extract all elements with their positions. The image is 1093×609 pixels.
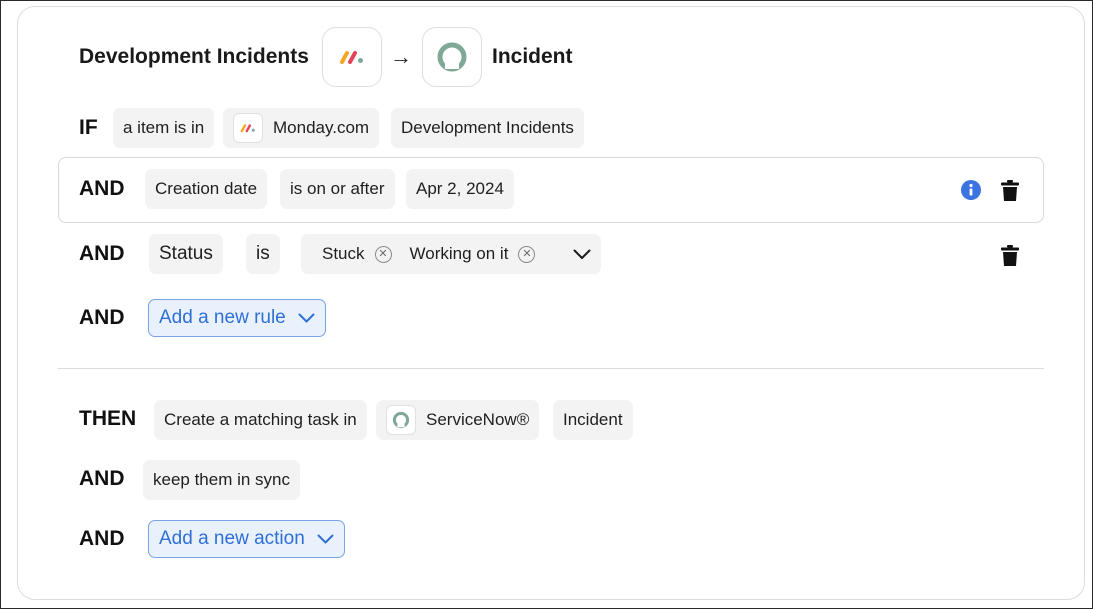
target-title: Incident bbox=[492, 45, 573, 68]
add-action-label: Add a new action bbox=[159, 528, 305, 549]
status-multiselect[interactable]: Stuck ✕ Working on it ✕ bbox=[301, 234, 601, 274]
source-title: Development Incidents bbox=[79, 45, 309, 68]
remove-tag-icon[interactable]: ✕ bbox=[374, 245, 392, 263]
status-tag: Working on it ✕ bbox=[410, 244, 536, 264]
status-tag-label: Stuck bbox=[322, 244, 365, 263]
status-tag-label: Working on it bbox=[409, 244, 509, 263]
chevron-down-icon[interactable] bbox=[573, 249, 591, 260]
servicenow-logo-icon bbox=[386, 405, 416, 435]
rule-2-field-chip[interactable]: Status bbox=[149, 234, 223, 274]
rule-1-field-chip[interactable]: Creation date bbox=[145, 169, 268, 209]
then-app-label: ServiceNow® bbox=[426, 410, 530, 429]
sync-chip[interactable]: keep them in sync bbox=[143, 460, 301, 500]
monday-logo-icon bbox=[340, 51, 363, 64]
if-condition-chip[interactable]: a item is in bbox=[113, 108, 215, 148]
if-app-label: Monday.com bbox=[273, 118, 370, 137]
servicenow-logo-icon bbox=[437, 42, 467, 72]
remove-tag-icon[interactable]: ✕ bbox=[518, 245, 536, 263]
status-tag: Stuck ✕ bbox=[322, 244, 392, 264]
flow-arrow: → bbox=[390, 44, 412, 69]
chevron-down-icon bbox=[298, 313, 315, 323]
add-rule-button[interactable]: Add a new rule bbox=[148, 299, 326, 337]
sync-keyword: AND bbox=[79, 467, 125, 490]
then-target-chip[interactable]: Incident bbox=[553, 400, 633, 440]
if-app-chip[interactable]: Monday.com bbox=[223, 108, 380, 148]
then-keyword: THEN bbox=[79, 407, 137, 430]
source-logo-box[interactable] bbox=[322, 27, 382, 87]
then-action-chip[interactable]: Create a matching task in bbox=[154, 400, 367, 440]
section-divider bbox=[58, 368, 1044, 369]
action-add-keyword: AND bbox=[79, 527, 125, 550]
rule-2-keyword: AND bbox=[79, 242, 125, 265]
rule-1-value-chip[interactable]: Apr 2, 2024 bbox=[406, 169, 514, 209]
info-icon[interactable] bbox=[961, 180, 981, 200]
rule-1-keyword: AND bbox=[79, 177, 125, 200]
add-rule-label: Add a new rule bbox=[159, 307, 286, 328]
monday-logo-icon bbox=[233, 113, 263, 143]
if-keyword: IF bbox=[79, 116, 98, 139]
rule-1-operator-chip[interactable]: is on or after bbox=[280, 169, 395, 209]
if-board-chip[interactable]: Development Incidents bbox=[391, 108, 584, 148]
trash-icon[interactable] bbox=[1000, 179, 1020, 201]
rule-2-operator-chip[interactable]: is bbox=[246, 234, 280, 274]
trash-icon[interactable] bbox=[1000, 244, 1020, 266]
chevron-down-icon bbox=[317, 534, 334, 544]
then-app-chip[interactable]: ServiceNow® bbox=[376, 400, 540, 440]
rule-add-keyword: AND bbox=[79, 306, 125, 329]
target-logo-box[interactable] bbox=[422, 27, 482, 87]
add-action-button[interactable]: Add a new action bbox=[148, 520, 345, 558]
